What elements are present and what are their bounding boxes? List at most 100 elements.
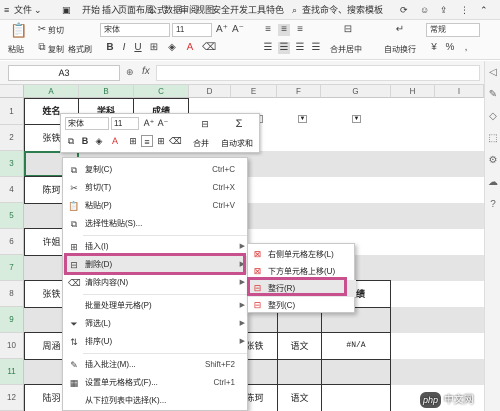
tab-special[interactable]: 特色 xyxy=(266,3,284,17)
cell-g11[interactable] xyxy=(321,359,391,386)
zoom-icon[interactable]: ⊕ xyxy=(126,67,134,78)
align-middle-icon[interactable]: ≡ xyxy=(278,24,290,36)
sidebar-help-icon[interactable]: ? xyxy=(485,199,500,215)
merge-center-icon[interactable]: ⊟ xyxy=(342,24,354,36)
clear-format-icon[interactable]: ⌫ xyxy=(169,135,182,147)
wrap-text-button[interactable]: 自动换行 xyxy=(384,44,416,55)
bold-icon[interactable]: B xyxy=(104,42,116,54)
sync-icon[interactable]: ⟳ xyxy=(400,3,408,17)
currency-icon[interactable]: ¥ xyxy=(428,42,440,54)
save-icon[interactable]: ▣ xyxy=(62,3,71,17)
cut-button[interactable]: 剪切 xyxy=(48,25,64,36)
cell-f10[interactable]: 语文 xyxy=(277,332,322,360)
number-format-select[interactable]: 常规 xyxy=(426,23,480,37)
submenu-item-shift-left[interactable]: ⊠ 右侧单元格左移(L) xyxy=(248,246,356,263)
fill-color-icon[interactable]: ◈ xyxy=(166,42,178,54)
column-header[interactable]: B xyxy=(79,85,134,98)
font-color-icon[interactable]: A xyxy=(109,135,121,147)
sigma-icon[interactable]: Σ xyxy=(233,118,245,130)
sidebar-nav-icon[interactable]: ◁ xyxy=(485,67,500,83)
menu-item-batch-process[interactable]: 批量处理单元格(P) ▶ xyxy=(63,297,249,315)
percent-icon[interactable]: % xyxy=(444,42,456,54)
copy-icon[interactable]: ⧉ xyxy=(36,42,48,54)
row-header[interactable]: 10 xyxy=(0,333,24,359)
wrap-text-icon[interactable]: ↵ xyxy=(394,24,406,36)
fill-color-icon[interactable]: ◈ xyxy=(93,135,105,147)
cell-g10[interactable]: #N/A xyxy=(321,332,391,360)
name-box[interactable]: A3 xyxy=(8,65,120,81)
justify-icon[interactable]: ☰ xyxy=(310,42,322,54)
font-grow-icon[interactable]: A⁺ xyxy=(143,117,155,129)
hamburger-icon[interactable]: ≡ xyxy=(4,3,9,17)
format-painter-button[interactable]: 格式刷 xyxy=(68,44,92,55)
fx-label[interactable]: fx xyxy=(142,66,150,77)
row-header[interactable]: 12 xyxy=(0,385,24,411)
filter-dropdown-icon[interactable]: ▼ xyxy=(298,115,307,123)
menu-item-copy[interactable]: ⧉ 复制(C) Ctrl+C xyxy=(63,161,249,179)
sidebar-backup-icon[interactable]: ☁ xyxy=(485,177,500,193)
sidebar-property-icon[interactable]: ⚙ xyxy=(485,155,500,171)
paste-icon[interactable]: ⧉ xyxy=(65,135,77,147)
border-all-icon[interactable]: ⊞ xyxy=(155,135,167,147)
row-header[interactable]: 9 xyxy=(0,307,24,333)
cut-icon[interactable]: ✂ xyxy=(36,24,48,36)
align-center-icon[interactable]: ☰ xyxy=(278,42,290,54)
search-command-input[interactable]: 查找命令、搜索模板 xyxy=(302,3,383,17)
column-header[interactable]: G xyxy=(321,85,391,98)
row-header[interactable]: 7 xyxy=(0,255,24,281)
menu-file[interactable]: 文件 xyxy=(14,3,32,17)
mini-autosum-button[interactable]: 自动求和 xyxy=(221,138,253,149)
menu-item-filter[interactable]: ⏷ 筛选(L) ▶ xyxy=(63,315,249,333)
collaborate-icon[interactable]: ☺ xyxy=(420,3,429,17)
font-grow-icon[interactable]: A⁺ xyxy=(216,24,228,36)
align-top-icon[interactable]: ≡ xyxy=(262,24,274,36)
mini-merge-button[interactable]: 合并 xyxy=(193,138,209,149)
font-name-select[interactable]: 宋体 xyxy=(100,23,170,37)
row-header[interactable]: 1 xyxy=(0,98,24,125)
row-header[interactable]: 3 xyxy=(0,151,24,177)
select-all-corner[interactable] xyxy=(0,85,24,98)
bold-icon[interactable]: B xyxy=(79,135,91,147)
sidebar-shape-icon[interactable]: ◇ xyxy=(485,111,500,127)
menu-item-paste-special[interactable]: ⧉ 选择性粘贴(S)... xyxy=(63,215,249,233)
menu-item-insert-comment[interactable]: ✎ 插入批注(M)... Shift+F2 xyxy=(63,356,249,374)
font-color-icon[interactable]: A xyxy=(184,42,196,54)
font-shrink-icon[interactable]: A⁻ xyxy=(157,117,169,129)
merge-icon[interactable]: ⊟ xyxy=(199,118,211,130)
sidebar-select-icon[interactable]: ⬚ xyxy=(485,133,500,149)
column-header[interactable]: D xyxy=(189,85,231,98)
eraser-icon[interactable]: ⌫ xyxy=(202,42,216,54)
mini-font-name-select[interactable]: 宋体 xyxy=(65,117,109,130)
formula-input[interactable] xyxy=(156,65,480,81)
align-left-icon[interactable]: ☰ xyxy=(262,42,274,54)
menu-item-format-cells[interactable]: ▦ 设置单元格格式(F)... Ctrl+1 xyxy=(63,374,249,392)
search-icon[interactable]: ⌕ xyxy=(292,3,297,17)
collapse-ribbon-icon[interactable]: ⌃ xyxy=(480,3,488,17)
filter-dropdown-icon[interactable]: ▼ xyxy=(352,115,361,123)
thousands-icon[interactable]: , xyxy=(460,42,472,54)
column-header[interactable]: E xyxy=(231,85,277,98)
paste-button[interactable]: 粘贴 xyxy=(8,44,24,55)
tab-developer[interactable]: 开发工具 xyxy=(230,3,266,17)
cell-g12[interactable] xyxy=(321,384,391,411)
column-header[interactable]: F xyxy=(277,85,321,98)
row-header[interactable]: 2 xyxy=(0,125,24,151)
menu-item-sort[interactable]: ⇅ 排序(U) ▶ xyxy=(63,333,249,351)
menu-item-cut[interactable]: ✂ 剪切(T) Ctrl+X xyxy=(63,179,249,197)
border-icon[interactable]: ⊞ xyxy=(148,42,160,54)
column-header[interactable]: C xyxy=(134,85,189,98)
sidebar-style-icon[interactable]: ✎ xyxy=(485,89,500,105)
cell-f12[interactable]: 语文 xyxy=(277,384,322,411)
align-bottom-icon[interactable]: ≡ xyxy=(294,24,306,36)
row-header[interactable]: 11 xyxy=(0,359,24,385)
font-shrink-icon[interactable]: A⁻ xyxy=(232,24,244,36)
row-header[interactable]: 8 xyxy=(0,281,24,307)
font-size-select[interactable]: 11 xyxy=(172,23,212,37)
menu-item-paste[interactable]: 📋 粘贴(P) Ctrl+V xyxy=(63,197,249,215)
tab-security[interactable]: 安全 xyxy=(212,3,230,17)
tab-home[interactable]: 开始 xyxy=(82,3,100,17)
row-header[interactable]: 5 xyxy=(0,203,24,229)
paste-icon[interactable]: 📋 xyxy=(10,23,27,37)
row-header[interactable]: 4 xyxy=(0,177,24,203)
menu-item-clear-contents[interactable]: ⌫ 清除内容(N) ▶ xyxy=(63,274,249,292)
